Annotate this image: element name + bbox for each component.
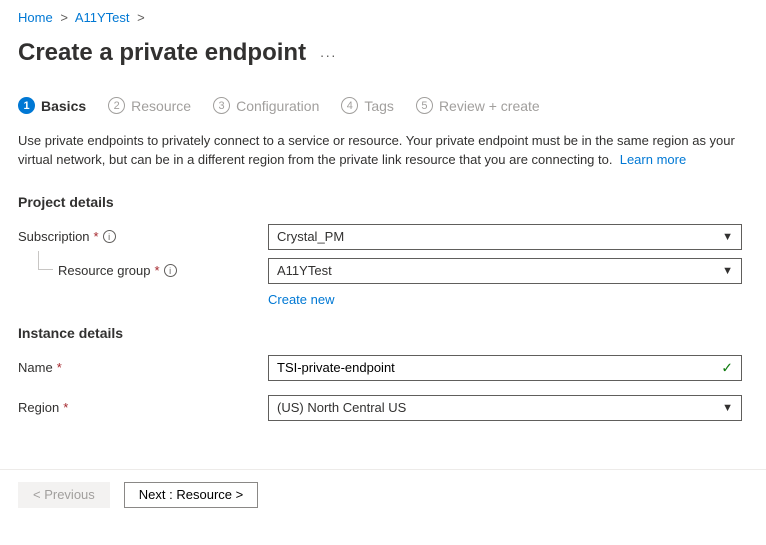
name-input-wrapper: ✓ [268, 355, 742, 381]
tab-configuration[interactable]: 3 Configuration [213, 97, 319, 114]
required-icon: * [155, 263, 160, 278]
learn-more-link[interactable]: Learn more [620, 152, 686, 167]
chevron-down-icon: ▼ [722, 402, 733, 414]
region-label: Region * [18, 400, 268, 415]
name-label: Name * [18, 360, 268, 375]
breadcrumb: Home > A11YTest > [18, 10, 748, 25]
previous-button[interactable]: < Previous [18, 482, 110, 508]
breadcrumb-home[interactable]: Home [18, 10, 53, 25]
info-icon[interactable]: i [164, 264, 177, 277]
description-text: Use private endpoints to privately conne… [18, 132, 748, 170]
info-icon[interactable]: i [103, 230, 116, 243]
step-number-icon: 4 [341, 97, 358, 114]
chevron-right-icon: > [137, 10, 145, 25]
page-title: Create a private endpoint [18, 39, 306, 67]
check-icon: ✓ [721, 359, 733, 376]
wizard-footer: < Previous Next : Resource > [0, 469, 766, 520]
tab-label: Resource [131, 98, 191, 114]
step-number-icon: 1 [18, 97, 35, 114]
section-project-details: Project details [18, 194, 748, 210]
required-icon: * [94, 229, 99, 244]
next-button[interactable]: Next : Resource > [124, 482, 258, 508]
step-number-icon: 3 [213, 97, 230, 114]
chevron-down-icon: ▼ [722, 265, 733, 277]
select-value: (US) North Central US [277, 400, 406, 415]
tab-label: Tags [364, 98, 394, 114]
name-input[interactable] [277, 356, 715, 380]
chevron-down-icon: ▼ [722, 231, 733, 243]
required-icon: * [63, 400, 68, 415]
subscription-select[interactable]: Crystal_PM ▼ [268, 224, 742, 250]
tab-review-create[interactable]: 5 Review + create [416, 97, 540, 114]
section-instance-details: Instance details [18, 325, 748, 341]
wizard-tabs: 1 Basics 2 Resource 3 Configuration 4 Ta… [18, 97, 748, 114]
resource-group-select[interactable]: A11YTest ▼ [268, 258, 742, 284]
tab-label: Configuration [236, 98, 319, 114]
tab-label: Review + create [439, 98, 540, 114]
create-new-link[interactable]: Create new [268, 292, 334, 307]
subscription-label: Subscription * i [18, 229, 268, 244]
select-value: A11YTest [277, 263, 332, 278]
tab-tags[interactable]: 4 Tags [341, 97, 394, 114]
step-number-icon: 2 [108, 97, 125, 114]
region-select[interactable]: (US) North Central US ▼ [268, 395, 742, 421]
tab-resource[interactable]: 2 Resource [108, 97, 191, 114]
more-icon[interactable]: ··· [320, 47, 337, 63]
required-icon: * [57, 360, 62, 375]
tab-basics[interactable]: 1 Basics [18, 97, 86, 114]
breadcrumb-item[interactable]: A11YTest [75, 10, 130, 25]
tab-label: Basics [41, 98, 86, 114]
step-number-icon: 5 [416, 97, 433, 114]
resource-group-label: Resource group * i [18, 263, 268, 278]
select-value: Crystal_PM [277, 229, 344, 244]
chevron-right-icon: > [60, 10, 68, 25]
